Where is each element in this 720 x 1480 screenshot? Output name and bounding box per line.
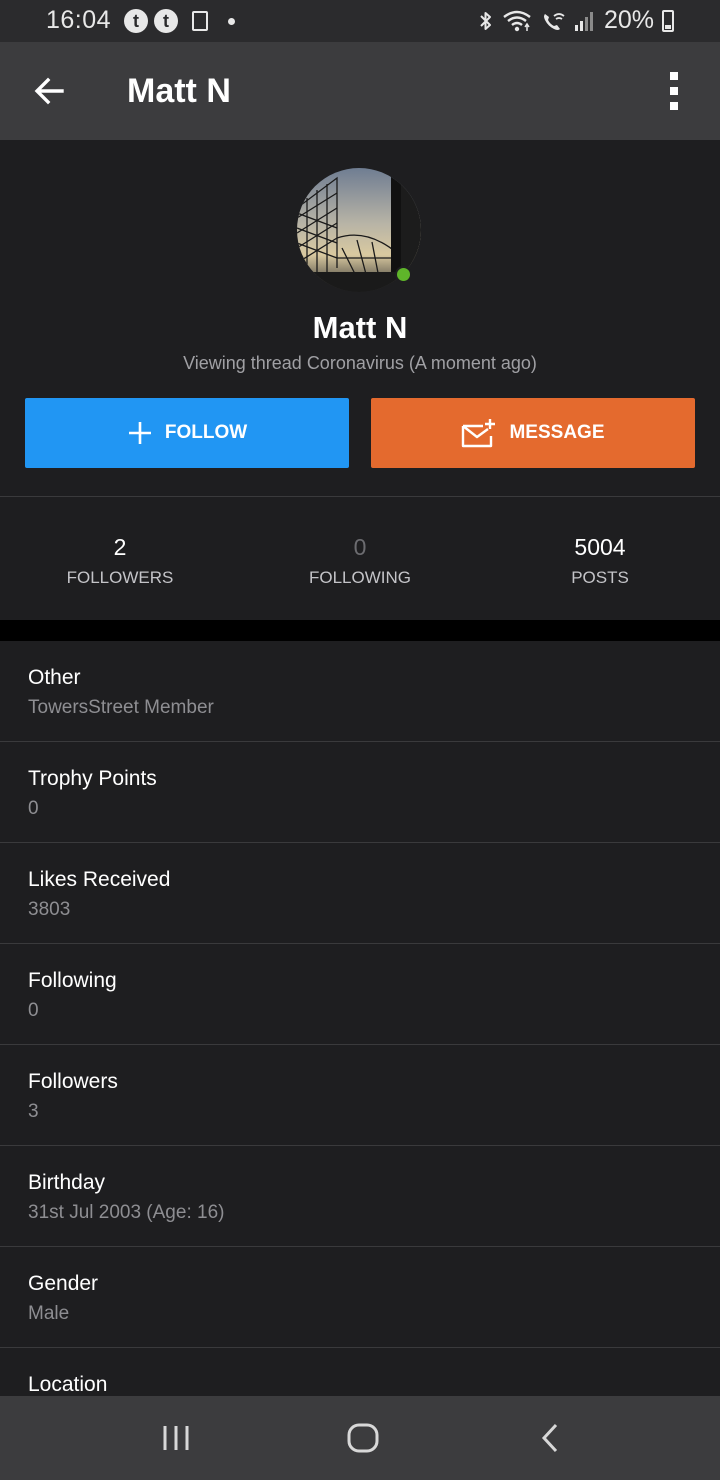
mail-plus-icon (462, 419, 496, 448)
info-row-followers: Followers 3 (0, 1045, 720, 1146)
back-icon (541, 1423, 558, 1453)
profile-status[interactable]: Viewing thread Coronavirus (A moment ago… (0, 353, 720, 374)
tumblr-icon: t (154, 9, 178, 33)
info-label: Other (28, 666, 81, 689)
stat-followers[interactable]: 2 FOLLOWERS (0, 534, 240, 588)
info-value: 0 (28, 1000, 39, 1021)
info-row-gender: Gender Male (0, 1247, 720, 1348)
section-separator (0, 620, 720, 641)
info-row-following: Following 0 (0, 944, 720, 1045)
home-icon (347, 1423, 379, 1453)
stat-value: 0 (353, 534, 367, 560)
info-label: Followers (28, 1070, 118, 1093)
stat-posts[interactable]: 5004 POSTS (480, 534, 720, 588)
battery-icon (662, 9, 674, 32)
battery-percent: 20% (603, 6, 654, 34)
info-label: Likes Received (28, 868, 171, 891)
arrow-back-icon (34, 77, 64, 105)
notification-icons: t t (124, 8, 235, 34)
info-value: Male (28, 1303, 70, 1324)
stat-label: FOLLOWERS (66, 568, 174, 587)
status-bar: 16:04 t t 20% (0, 0, 720, 42)
info-label: Following (28, 969, 117, 992)
info-value: TowersStreet Member (28, 697, 214, 718)
online-indicator (395, 266, 412, 283)
info-label: Location (28, 1373, 108, 1396)
follow-button[interactable]: FOLLOW (25, 398, 349, 468)
wifi-icon (503, 10, 531, 31)
bluetooth-icon (480, 11, 491, 30)
sim-card-icon (192, 11, 208, 31)
info-value: 0 (28, 798, 39, 819)
tumblr-icon: t (124, 9, 148, 33)
info-value: 31st Jul 2003 (Age: 16) (28, 1202, 225, 1223)
app-bar: Matt N (0, 42, 720, 140)
dot-icon (228, 17, 235, 25)
info-value: 3 (28, 1101, 39, 1122)
stat-label: POSTS (571, 568, 629, 587)
status-time: 16:04 (46, 6, 112, 34)
info-row-trophy-points: Trophy Points 0 (0, 742, 720, 843)
info-label: Trophy Points (28, 767, 157, 790)
profile-info-list: Other TowersStreet Member Trophy Points … (0, 641, 720, 1449)
plus-icon (128, 422, 151, 444)
signal-icon (574, 11, 593, 31)
info-row-other: Other TowersStreet Member (0, 641, 720, 742)
recent-apps-button[interactable] (136, 1410, 216, 1466)
profile-card: Matt N Viewing thread Coronavirus (A mom… (0, 140, 720, 620)
more-vert-icon (670, 72, 678, 80)
info-row-birthday: Birthday 31st Jul 2003 (Age: 16) (0, 1146, 720, 1247)
info-label: Birthday (28, 1171, 106, 1194)
message-button[interactable]: MESSAGE (371, 398, 695, 468)
recent-apps-icon (163, 1426, 189, 1450)
message-label: MESSAGE (509, 422, 605, 443)
stat-value: 5004 (574, 534, 626, 560)
system-icons: 20% (478, 6, 674, 35)
home-button[interactable] (323, 1410, 403, 1466)
page-title: Matt N (127, 72, 231, 110)
divider (0, 496, 720, 497)
more-options-button[interactable] (656, 70, 692, 112)
info-label: Gender (28, 1272, 99, 1295)
info-value: 3803 (28, 899, 71, 920)
back-button[interactable] (24, 66, 74, 116)
info-row-likes-received: Likes Received 3803 (0, 843, 720, 944)
follow-label: FOLLOW (164, 422, 248, 443)
stat-label: FOLLOWING (308, 568, 411, 587)
profile-name: Matt N (312, 310, 408, 345)
stat-following[interactable]: 0 FOLLOWING (240, 534, 480, 588)
system-nav-bar (0, 1396, 720, 1480)
nav-back-button[interactable] (510, 1410, 590, 1466)
wifi-calling-icon (543, 12, 565, 30)
stat-value: 2 (113, 534, 127, 560)
